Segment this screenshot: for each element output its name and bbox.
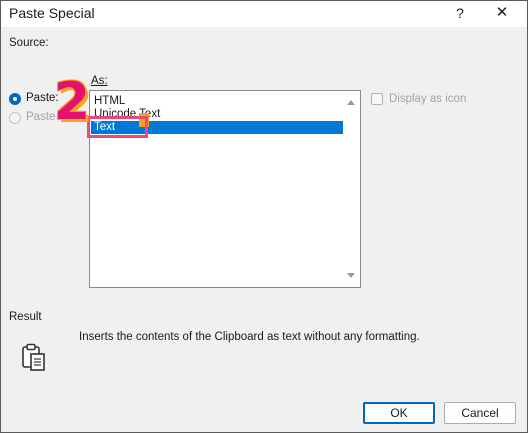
clipboard-icon — [22, 343, 45, 371]
paste-radio-button[interactable] — [9, 93, 21, 105]
as-label-text: As: — [91, 75, 108, 87]
paste-special-dialog: Paste Special ? ✕ Source: As: Paste: Pas… — [0, 0, 528, 433]
title-bar: Paste Special ? ✕ — [1, 1, 527, 27]
list-item-html[interactable]: HTML — [91, 95, 343, 108]
list-scrollbar[interactable] — [344, 92, 359, 286]
result-label: Result — [9, 311, 42, 323]
step-number-badge: 2 — [53, 72, 91, 132]
ok-button[interactable]: OK — [363, 402, 435, 424]
cancel-button[interactable]: Cancel — [444, 402, 516, 424]
source-label: Source: — [9, 37, 49, 49]
annotation-highlight-box — [87, 116, 148, 138]
paste-link-radio-label: Paste — [26, 111, 56, 123]
paste-link-radio-button — [9, 112, 21, 124]
scroll-down-arrow-icon[interactable] — [347, 273, 355, 278]
help-button[interactable]: ? — [449, 2, 471, 24]
as-label: As: — [91, 75, 108, 87]
close-button[interactable]: ✕ — [491, 2, 513, 24]
result-description: Inserts the contents of the Clipboard as… — [79, 331, 420, 343]
scroll-up-arrow-icon[interactable] — [347, 100, 355, 105]
display-as-icon-label: Display as icon — [389, 93, 467, 105]
display-as-icon-checkbox — [371, 93, 383, 105]
dialog-title: Paste Special — [9, 5, 95, 21]
